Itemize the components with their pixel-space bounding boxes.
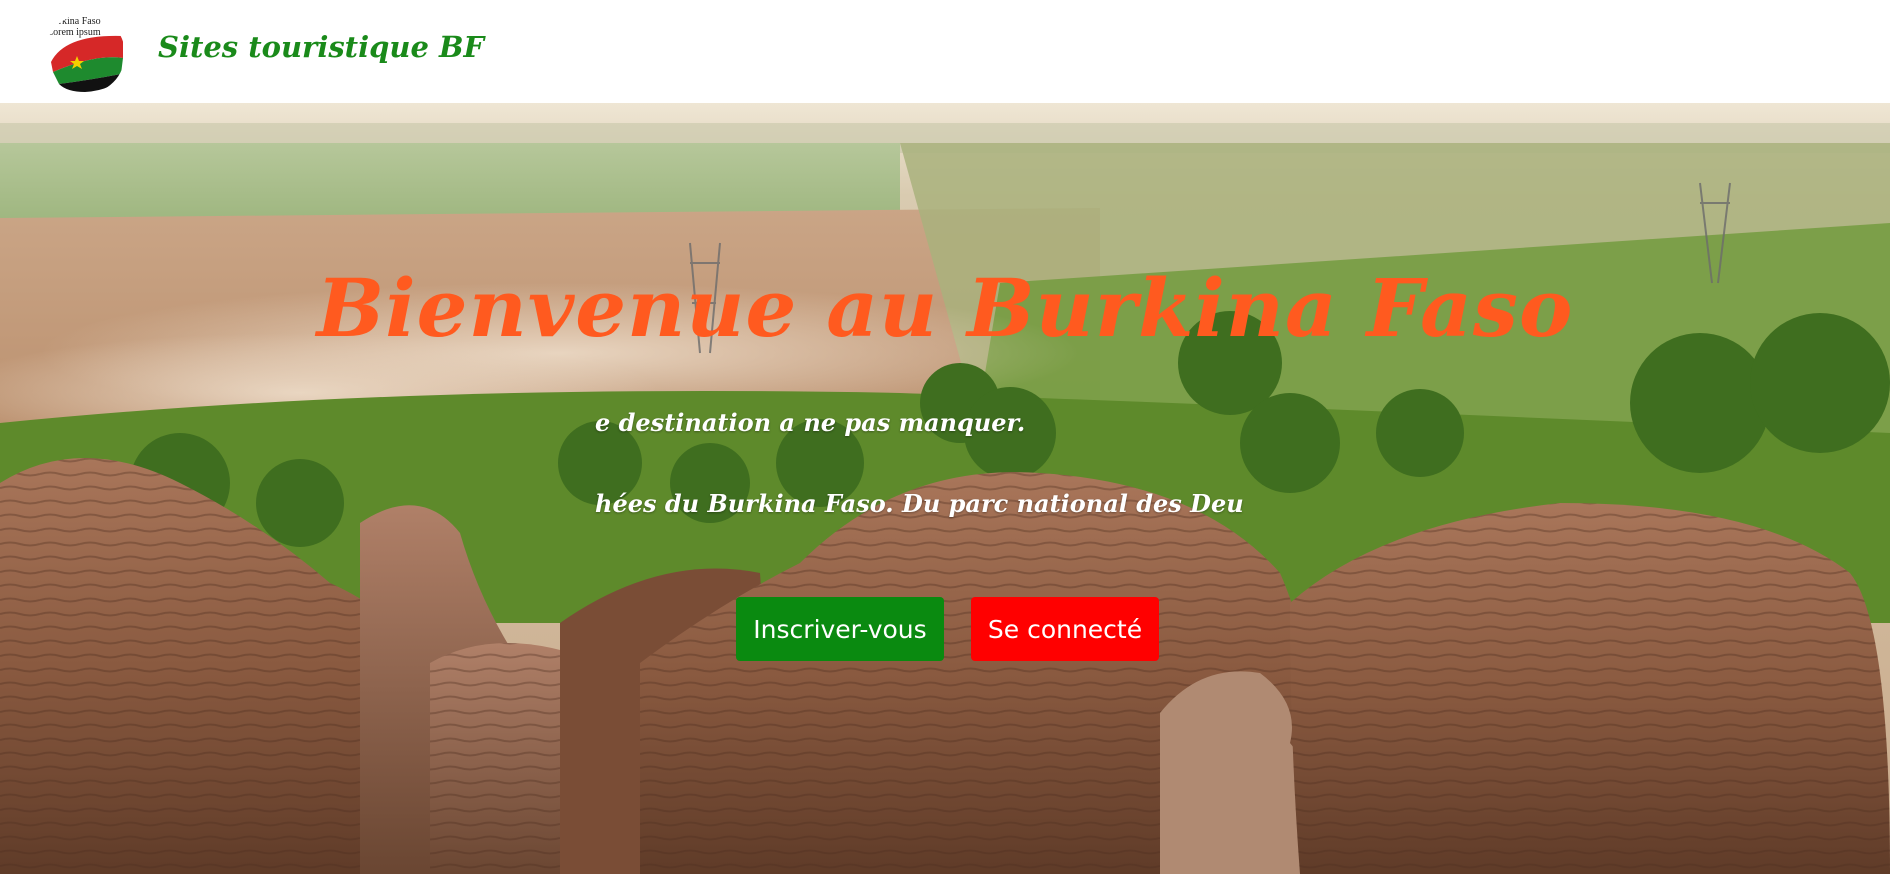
site-logo[interactable]: Burkina Faso Lorem ipsum	[45, 14, 125, 94]
hero-title: Bienvenue au Burkina Faso	[316, 261, 1574, 355]
site-header: Burkina Faso Lorem ipsum Sites touristiq…	[0, 0, 1890, 103]
site-title[interactable]: Sites touristique BF	[158, 30, 484, 64]
logo-line2: Lorem ipsum	[47, 27, 101, 38]
hero-tagline-2: hées du Burkina Faso. Du parc national d…	[595, 489, 1244, 518]
hero-tagline-1: e destination a ne pas manquer.	[595, 408, 1026, 437]
logo-text: Burkina Faso Lorem ipsum	[47, 16, 101, 38]
signup-button[interactable]: Inscriver-vous	[736, 597, 944, 661]
login-button[interactable]: Se connecté	[971, 597, 1159, 661]
hero-section: Bienvenue au Burkina Faso e destination …	[0, 103, 1890, 874]
logo-line1: Burkina Faso	[47, 16, 101, 27]
